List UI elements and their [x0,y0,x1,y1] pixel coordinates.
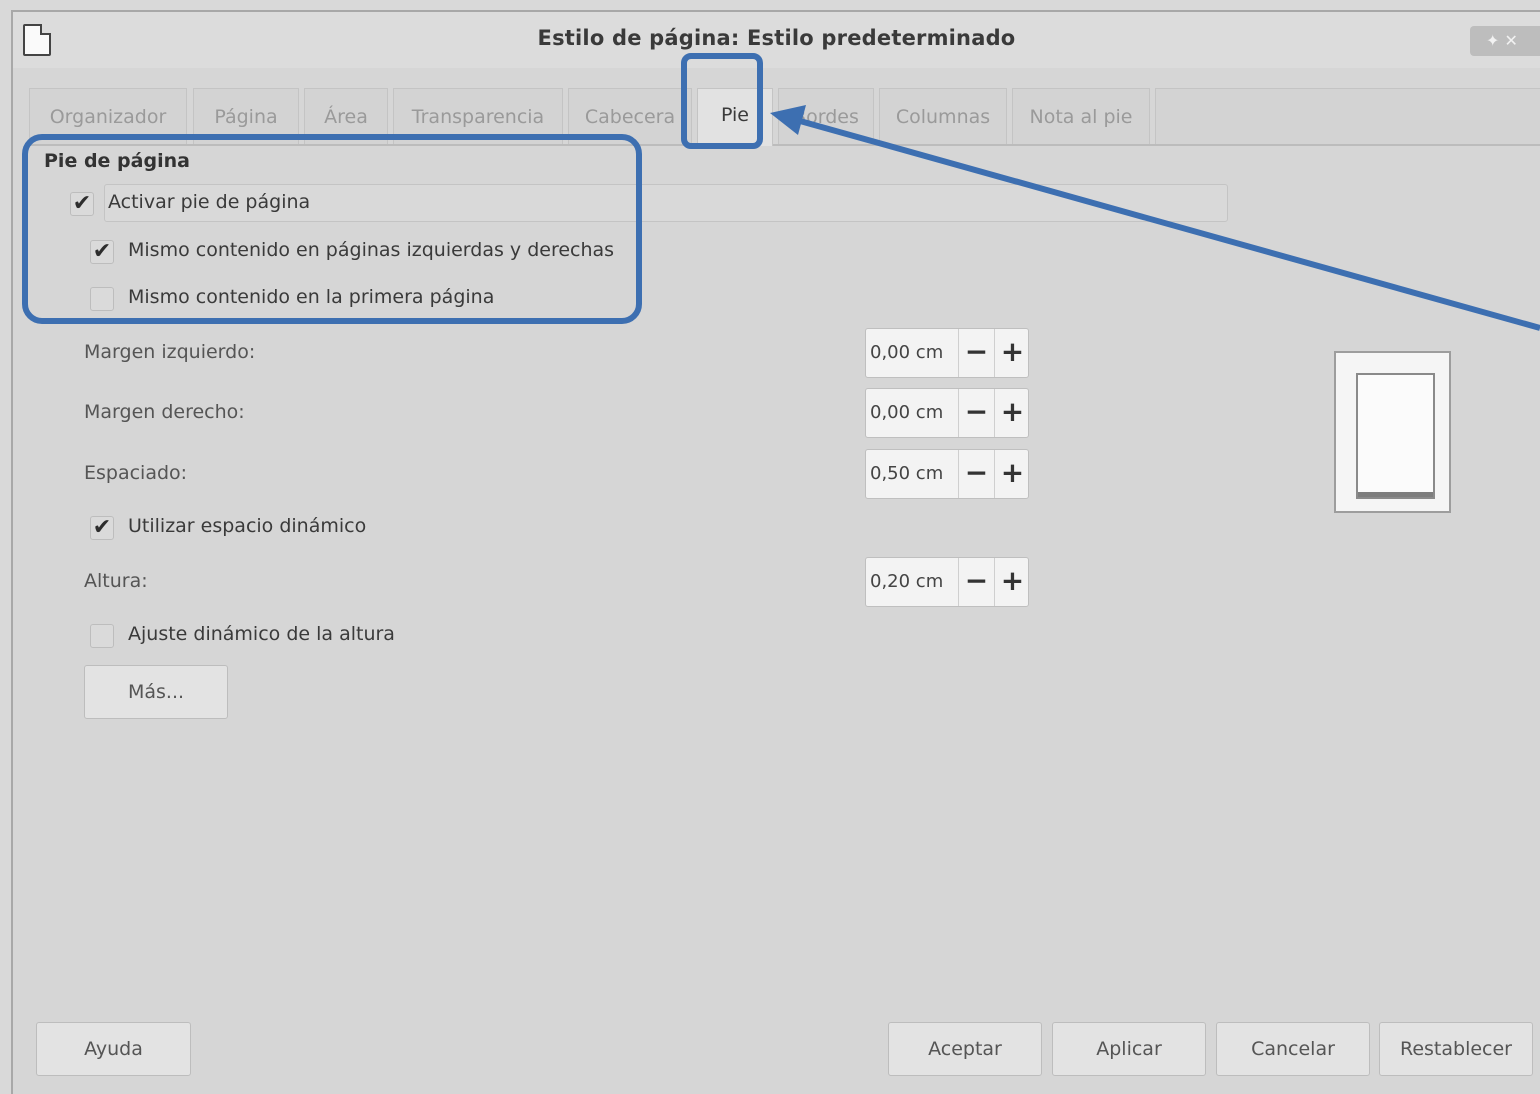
annotation-arrow [770,105,1540,331]
